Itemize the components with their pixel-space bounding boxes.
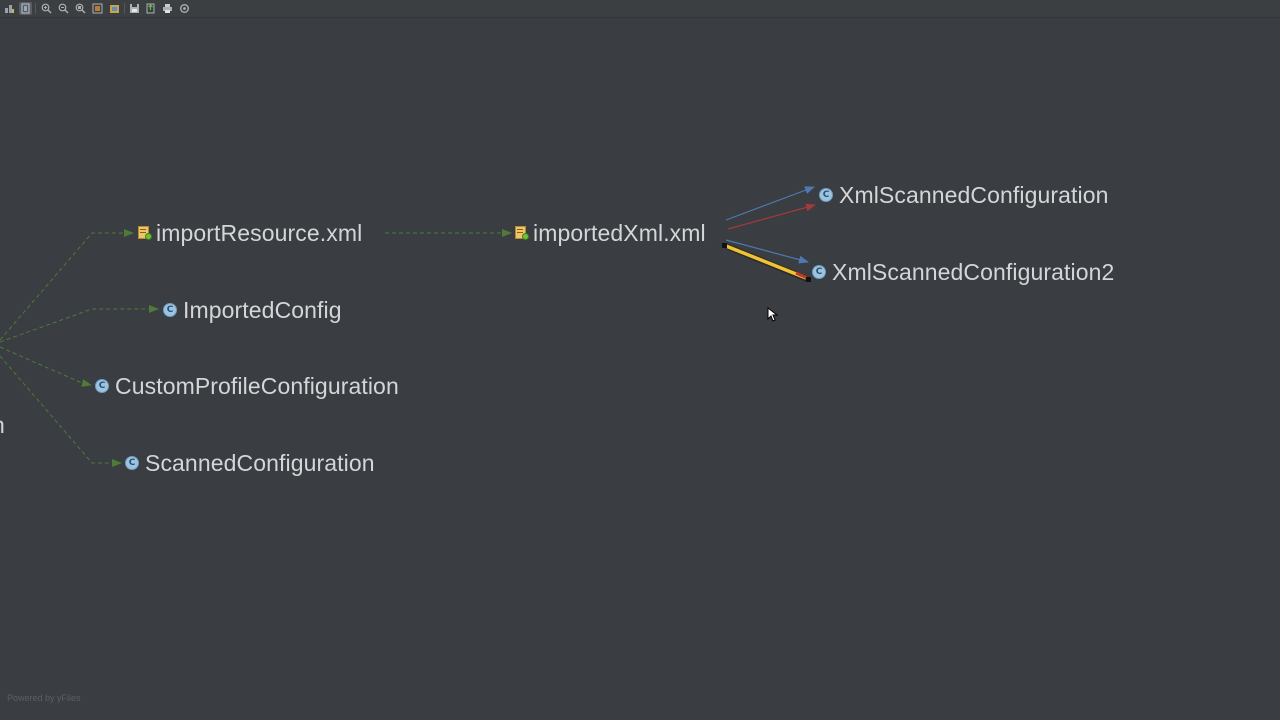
edge-root-to-importedconfig[interactable]	[0, 305, 159, 343]
node-customprofileconfiguration[interactable]: C CustomProfileConfiguration	[95, 371, 399, 401]
node-importresource-xml[interactable]: importResource.xml	[138, 218, 362, 248]
xml-file-icon	[138, 225, 152, 241]
class-icon: C	[163, 303, 177, 317]
node-label: ScannedConfiguration	[145, 449, 375, 476]
node-xmlscannedconfiguration[interactable]: C XmlScannedConfiguration	[819, 180, 1109, 210]
node-xmlscannedconfiguration2[interactable]: C XmlScannedConfiguration2	[812, 257, 1114, 287]
node-importedconfig[interactable]: C ImportedConfig	[163, 295, 342, 325]
edge-root-to-customprofile[interactable]	[0, 346, 92, 387]
class-icon: C	[812, 265, 826, 279]
node-label: XmlScannedConfiguration	[839, 181, 1109, 208]
mouse-cursor-icon	[767, 307, 779, 322]
node-label: XmlScannedConfiguration2	[832, 258, 1115, 285]
node-label: CustomProfileConfiguration	[115, 372, 399, 399]
node-scannedconfiguration[interactable]: C ScannedConfiguration	[125, 448, 375, 478]
selected-edge-highlight[interactable]	[722, 243, 811, 282]
class-icon: C	[125, 456, 139, 470]
class-icon: C	[95, 379, 109, 393]
class-icon: C	[819, 188, 833, 202]
edge-importedxml-to-xmlscanned-blue[interactable]	[725, 186, 815, 221]
edge-handle-start[interactable]	[722, 243, 727, 248]
edge-handle-end[interactable]	[806, 277, 811, 282]
powered-by-footer: Powered by yFiles	[7, 693, 81, 703]
node-label: importedXml.xml	[533, 219, 706, 246]
xml-file-icon	[515, 225, 529, 241]
edge-root-to-importresource[interactable]	[0, 229, 134, 341]
node-label: importResource.xml	[156, 219, 363, 246]
dependency-graph-canvas[interactable]	[0, 0, 1280, 720]
node-importedxml-xml[interactable]: importedXml.xml	[515, 218, 706, 248]
partial-root-node-label[interactable]: n	[0, 410, 5, 440]
node-label: ImportedConfig	[183, 296, 342, 323]
edge-importedxml-to-xmlscanned-red[interactable]	[727, 203, 816, 230]
